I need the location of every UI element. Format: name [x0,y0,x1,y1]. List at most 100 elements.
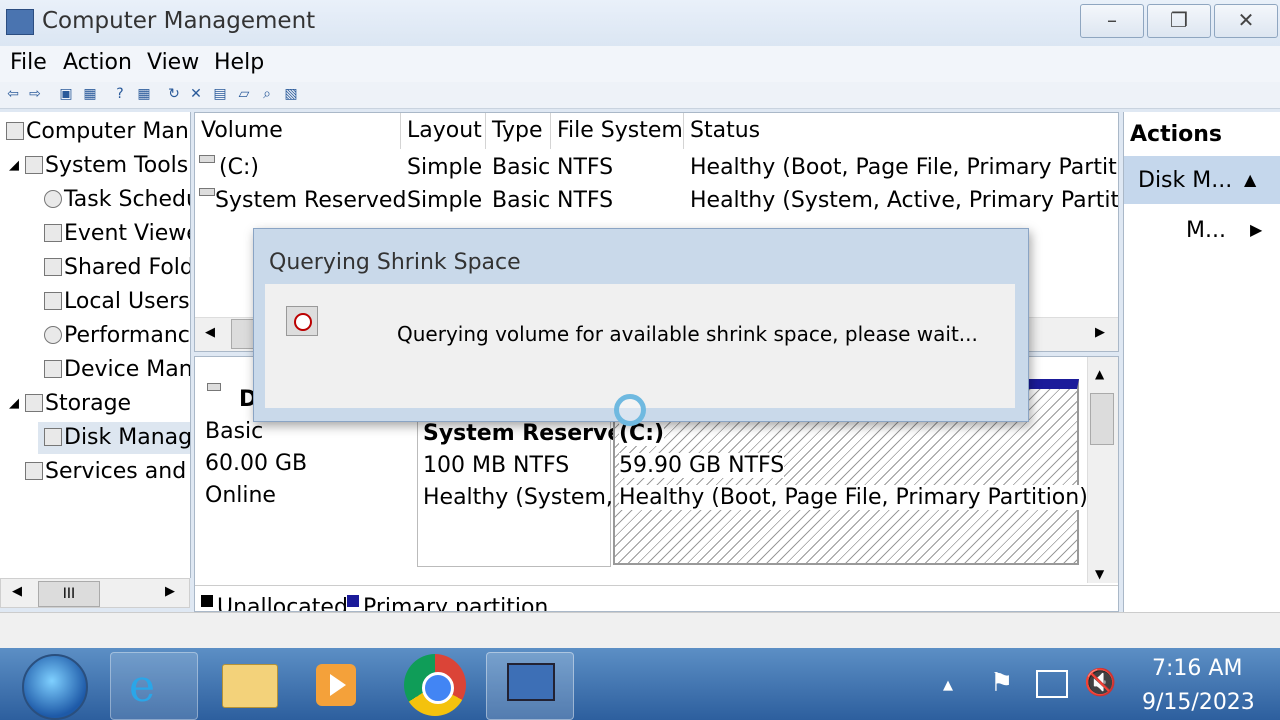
show-hidden-icons[interactable]: ▲ [943,678,953,693]
device-manager-icon [44,360,62,378]
network-icon[interactable] [1036,670,1068,698]
window-title: Computer Management [42,8,316,34]
tree-item-disk-management[interactable]: Disk Manag [64,425,190,450]
clock-time[interactable]: 7:16 AM [1152,656,1242,681]
actions-pane: Actions Disk M... ▲ M... ▶ [1123,112,1280,612]
partition2-status: Healthy (Boot, Page File, Primary Partit… [619,485,1088,510]
partition2-size: 59.90 GB NTFS [619,453,785,478]
tree-item-task-scheduler[interactable]: Task Schedu [64,187,190,212]
unallocated-swatch [201,595,213,607]
expand-storage-icon[interactable]: ◢ [9,396,19,411]
row2-layout: Simple [407,188,483,213]
delete-icon[interactable]: ✕ [188,86,204,102]
minimize-button[interactable]: – [1080,4,1144,38]
partition1-name: System Reserve [423,421,623,446]
computer-management-taskbar-button[interactable] [486,652,574,720]
disk-scrollbar[interactable] [1087,357,1118,583]
scroll-up-icon[interactable]: ▲ [1095,367,1104,381]
disk-type: Basic [205,419,264,444]
volume-muted-icon[interactable]: 🔇 [1084,668,1116,698]
tree-item-performance[interactable]: Performanc [64,323,190,348]
internet-explorer-button[interactable]: e [110,652,198,720]
row2-type: Basic [492,188,551,213]
legend-unallocated: Unallocated [217,595,348,612]
menu-view[interactable]: View [147,50,199,75]
storage-icon [25,394,43,412]
row1-type: Basic [492,155,551,180]
row1-volume[interactable]: (C:) [219,155,259,180]
tree-item-device-manager[interactable]: Device Man [64,357,190,382]
primary-partition-swatch [347,595,359,607]
submenu-arrow-icon: ▶ [1250,220,1263,239]
row2-status: Healthy (System, Active, Primary Partiti… [690,188,1119,213]
expand-system-tools-icon[interactable]: ◢ [9,158,19,173]
column-file-system[interactable]: File System [551,113,684,149]
menu-file[interactable]: File [10,50,47,75]
tree-scroll-thumb[interactable]: III [38,581,100,607]
close-button[interactable]: ✕ [1214,4,1278,38]
tree-item-shared-folders[interactable]: Shared Fold [64,255,190,280]
menu-action[interactable]: Action [63,50,132,75]
start-button[interactable] [22,654,88,720]
navigation-tree: Computer Man ◢ System Tools Task Schedu … [0,112,191,578]
forward-icon[interactable]: ⇨ [27,86,43,102]
clock-date[interactable]: 9/15/2023 [1142,690,1255,715]
menu-help[interactable]: Help [214,50,264,75]
refresh-icon[interactable]: ↻ [166,86,182,102]
scroll-down-icon[interactable]: ▼ [1095,567,1104,581]
search-icon[interactable]: ⌕ [259,86,275,102]
scroll-left-icon[interactable]: ◀ [12,584,22,599]
up-folder-icon[interactable]: ▣ [58,86,74,102]
disk-scroll-thumb[interactable] [1090,393,1114,445]
column-status[interactable]: Status [684,113,1118,149]
users-icon [44,292,62,310]
event-viewer-icon [44,224,62,242]
tools-icon [25,156,43,174]
column-layout[interactable]: Layout [401,113,486,149]
row2-volume[interactable]: System Reserved [215,188,406,213]
maximize-button[interactable]: ❐ [1147,4,1211,38]
status-bar [0,612,1280,649]
scroll-left-icon[interactable]: ◀ [205,325,215,340]
tree-item-event-viewer[interactable]: Event Viewe [64,221,190,246]
open-icon[interactable]: ▱ [236,86,252,102]
help-icon[interactable]: ? [112,86,128,102]
row2-filesystem: NTFS [557,188,614,213]
row1-layout: Simple [407,155,483,180]
settings-icon[interactable]: ▧ [283,86,299,102]
hourglass-icon [286,306,318,336]
folder-icon [222,664,278,708]
media-player-button[interactable] [294,652,380,718]
action-pane-icon[interactable]: ▦ [136,86,152,102]
scroll-right-icon[interactable]: ▶ [1095,325,1105,340]
partition1-size: 100 MB NTFS [423,453,570,478]
tree-item-storage[interactable]: Storage [45,391,131,416]
partition1-status: Healthy (System, [423,485,613,510]
ie-icon: e [129,661,156,712]
tree-item-services[interactable]: Services and A [45,459,190,484]
dialog-message: Querying volume for available shrink spa… [397,322,978,346]
column-volume[interactable]: Volume [195,113,401,149]
actions-title: Actions [1130,122,1222,147]
action-center-flag-icon[interactable]: ⚑ [990,668,1013,698]
disk-icon [44,428,62,446]
properties-icon[interactable]: ▤ [212,86,228,102]
tree-item-local-users[interactable]: Local Users [64,289,190,314]
file-explorer-button[interactable] [206,652,292,718]
more-actions-item[interactable]: M... [1186,218,1226,243]
actions-group-label: Disk M... [1138,168,1233,193]
computer-icon [6,122,24,140]
busy-cursor-icon [614,394,646,426]
tree-item-system-tools[interactable]: System Tools [45,153,188,178]
clock-icon [44,190,62,208]
tree-item-computer-management[interactable]: Computer Man [26,119,189,144]
back-icon[interactable]: ⇦ [5,86,21,102]
scroll-right-icon[interactable]: ▶ [165,584,175,599]
column-type[interactable]: Type [486,113,551,149]
chrome-button[interactable] [394,652,480,718]
collapse-icon[interactable]: ▲ [1244,170,1256,189]
volume-icon [199,155,215,163]
show-tree-icon[interactable]: ▦ [82,86,98,102]
row1-status: Healthy (Boot, Page File, Primary Partit… [690,155,1119,180]
disk-icon [207,383,221,391]
